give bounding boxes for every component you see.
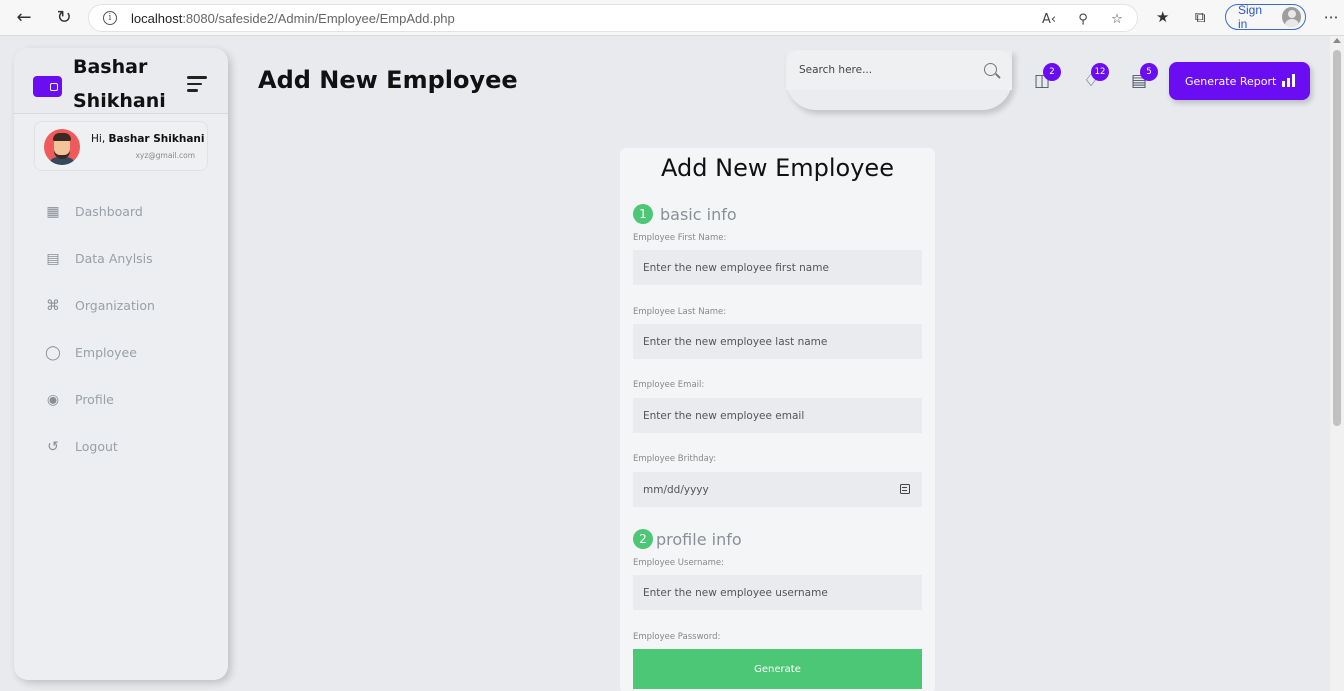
first-name-label: Employee First Name:: [633, 233, 727, 243]
sidebar-item-label: Profile: [75, 392, 114, 407]
scroll-up-arrow-icon[interactable]: [1333, 38, 1341, 43]
generate-report-label: Generate Report: [1185, 74, 1277, 88]
read-aloud-icon[interactable]: A‹: [1039, 9, 1059, 29]
birthday-label: Employee Brithday:: [633, 454, 717, 464]
password-label: Employee Password:: [633, 632, 721, 642]
search-field-container: [786, 50, 1012, 90]
menu-toggle-icon[interactable]: [187, 76, 207, 96]
sidebar-nav: ▦ Dashboard ▤ Data Anylsis ⌘ Organizatio…: [14, 188, 228, 470]
search-icon[interactable]: [984, 63, 997, 76]
sidebar-header: Bashar Shikhani: [14, 48, 228, 114]
zoom-out-icon[interactable]: ⚲: [1073, 9, 1093, 29]
sidebar-item-organization[interactable]: ⌘ Organization: [14, 282, 228, 329]
section-label: basic info: [660, 204, 737, 224]
sidebar-item-label: Logout: [75, 439, 118, 454]
username-input[interactable]: [633, 575, 922, 610]
sign-in-label: Sign in: [1238, 3, 1263, 31]
more-options-icon[interactable]: ⋯: [1318, 4, 1344, 30]
page-title: Add New Employee: [258, 66, 518, 94]
search-box: [786, 50, 1012, 110]
activity-icon: ▤: [46, 250, 60, 267]
brand-line-2: Shikhani: [73, 90, 166, 112]
reload-icon[interactable]: ↻: [48, 2, 80, 34]
url-path: :8080/safeside2/Admin/Employee/EmpAdd.ph…: [182, 10, 455, 26]
sidebar: Bashar Shikhani Hi, Bashar Shikhani xyz@…: [14, 48, 228, 680]
dashboard-icon: ▦: [46, 203, 60, 220]
sidebar-item-profile[interactable]: ◉ Profile: [14, 376, 228, 423]
user-avatar: [44, 129, 80, 165]
email-input[interactable]: [633, 398, 922, 433]
sidebar-item-logout[interactable]: ↺ Logout: [14, 423, 228, 470]
birthday-input[interactable]: [633, 472, 922, 507]
notification-badge: 12: [1091, 63, 1109, 81]
user-card[interactable]: Hi, Bashar Shikhani xyz@gmail.com: [34, 121, 208, 171]
browser-toolbar: ← ↻ i localhost :8080/safeside2/Admin/Em…: [0, 0, 1344, 36]
history-icon: ↺: [47, 438, 59, 455]
last-name-input[interactable]: [633, 324, 922, 359]
sign-in-button[interactable]: Sign in: [1225, 3, 1307, 31]
back-arrow-icon[interactable]: ←: [8, 2, 40, 34]
section-profile-info: 2 profile info: [633, 529, 742, 549]
wallet-logo-icon: [33, 76, 62, 97]
last-name-label: Employee Last Name:: [633, 307, 727, 317]
email-label: Employee Email:: [633, 380, 705, 390]
globe-icon: ◯: [45, 344, 61, 361]
brand-name: Bashar Shikhani: [73, 50, 183, 118]
gift-badge: 2: [1043, 63, 1061, 81]
world-icon: ◉: [46, 391, 60, 408]
form-title: Add New Employee: [661, 154, 894, 182]
info-icon[interactable]: i: [103, 11, 117, 25]
favorites-list-icon[interactable]: ★: [1150, 4, 1176, 30]
sidebar-item-data-analysis[interactable]: ▤ Data Anylsis: [14, 235, 228, 282]
step-number: 2: [633, 529, 653, 549]
page-scrollbar[interactable]: [1330, 36, 1344, 691]
section-label: profile info: [656, 529, 742, 549]
message-badge: 5: [1140, 63, 1158, 81]
brand-line-1: Bashar: [73, 56, 148, 78]
address-bar[interactable]: i localhost :8080/safeside2/Admin/Employ…: [88, 4, 1138, 32]
url-host: localhost: [131, 10, 183, 26]
sidebar-item-dashboard[interactable]: ▦ Dashboard: [14, 188, 228, 235]
scrollbar-thumb[interactable]: [1333, 50, 1341, 426]
sidebar-item-label: Employee: [75, 345, 137, 360]
calendar-icon[interactable]: [900, 484, 910, 494]
section-basic-info: 1 basic info: [633, 204, 737, 224]
profile-avatar-icon: [1281, 7, 1302, 27]
generate-report-button[interactable]: Generate Report: [1169, 62, 1310, 100]
user-name: Bashar Shikhani: [108, 133, 205, 145]
sidebar-item-employee[interactable]: ◯ Employee: [14, 329, 228, 376]
username-label: Employee Username:: [633, 558, 724, 568]
first-name-input[interactable]: [633, 250, 922, 285]
sidebar-item-label: Data Anylsis: [75, 251, 153, 266]
generate-password-button[interactable]: Generate: [633, 649, 922, 689]
bar-chart-icon: [1282, 74, 1295, 87]
favorite-star-icon[interactable]: ☆: [1107, 9, 1127, 29]
user-email: xyz@gmail.com: [135, 151, 195, 160]
search-input[interactable]: [799, 60, 969, 80]
step-number: 1: [633, 204, 653, 224]
collections-icon[interactable]: ⧉: [1188, 4, 1214, 30]
greeting-prefix: Hi,: [91, 133, 109, 145]
add-employee-form: Add New Employee 1 basic info Employee F…: [620, 148, 935, 691]
user-greeting: Hi, Bashar Shikhani: [91, 133, 205, 145]
sidebar-item-label: Dashboard: [75, 204, 143, 219]
sidebar-item-label: Organization: [75, 298, 155, 313]
command-icon: ⌘: [46, 297, 60, 314]
